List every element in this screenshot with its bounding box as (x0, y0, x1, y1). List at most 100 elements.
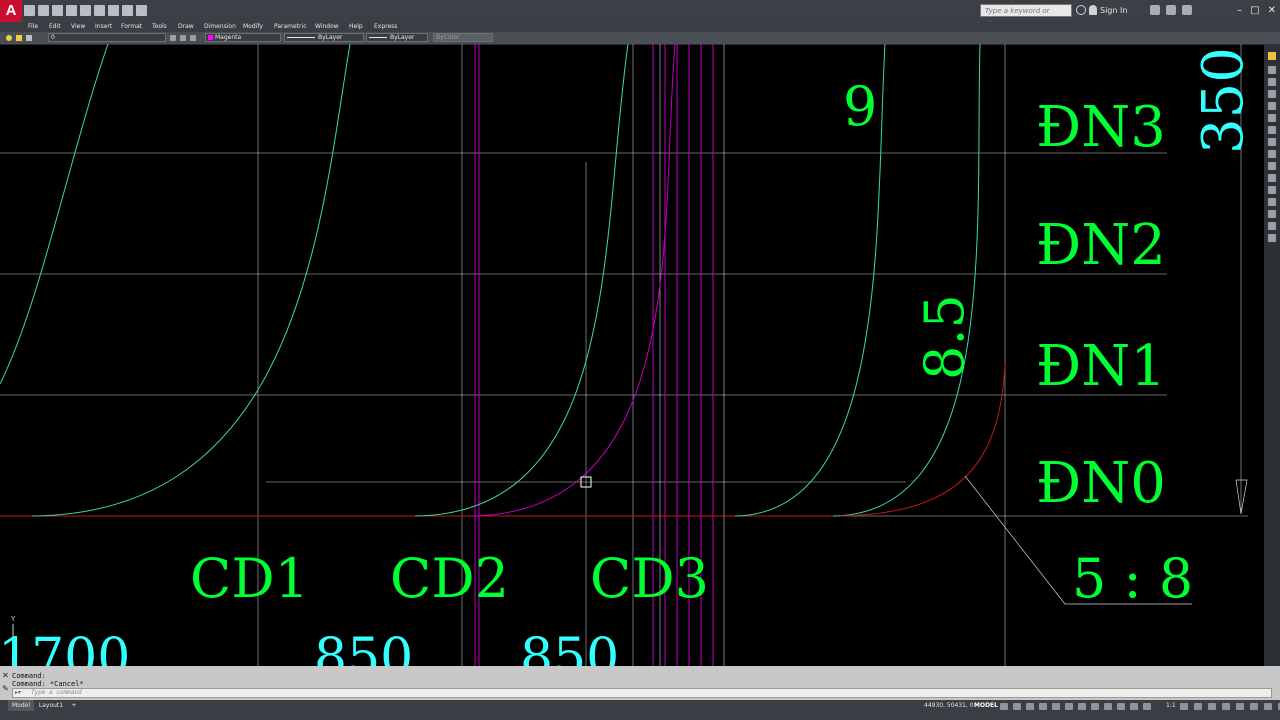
quick-properties-icon[interactable] (1222, 703, 1230, 710)
menu-file[interactable]: File (28, 22, 38, 32)
circle-icon[interactable] (1268, 186, 1276, 194)
close-icon[interactable]: ✕ (1, 671, 10, 680)
save-as-icon[interactable] (66, 5, 77, 16)
make-current-icon[interactable] (170, 35, 176, 41)
layer-lock-icon[interactable] (26, 35, 32, 41)
zoom-icon[interactable] (1268, 78, 1276, 86)
dimension-value-mid2: 850 (520, 628, 620, 666)
clean-screen-icon[interactable] (1264, 703, 1272, 710)
search-input[interactable]: Type a keyword or phrase (980, 4, 1072, 28)
layers-icon[interactable] (1268, 150, 1276, 158)
arc-icon[interactable] (1268, 198, 1276, 206)
tab-add[interactable]: + (68, 700, 80, 711)
annotation-scale[interactable]: 1:1 (1166, 702, 1176, 710)
open-icon[interactable] (38, 5, 49, 16)
connect-icon[interactable] (1166, 5, 1176, 15)
coordinates-readout[interactable]: 44930, 50431, 0 (924, 702, 974, 710)
snap-icon[interactable] (1013, 703, 1021, 710)
save-icon[interactable] (52, 5, 63, 16)
command-history-line: Command: (12, 672, 46, 680)
annotation-eight-five: 8.5 (913, 294, 976, 380)
menu-help[interactable]: Help (349, 22, 363, 32)
rectangle-icon[interactable] (1268, 174, 1276, 182)
showmotion-icon[interactable] (1268, 102, 1276, 110)
color-value: Magenta (215, 34, 242, 41)
orbit-icon[interactable] (1268, 90, 1276, 98)
annotation-monitor-icon[interactable] (1194, 703, 1202, 710)
steering-wheel-icon[interactable] (1268, 114, 1276, 122)
ortho-icon[interactable] (1026, 703, 1034, 710)
search-icon[interactable] (1076, 5, 1086, 15)
layer-freeze-icon[interactable] (16, 35, 22, 41)
view-cube-icon[interactable] (1268, 126, 1276, 134)
menu-parametric[interactable]: Parametric (274, 22, 307, 32)
menu-insert[interactable]: Insert (95, 22, 112, 32)
model-space-button[interactable]: MODEL (974, 702, 998, 710)
object-tracking-icon[interactable] (1065, 703, 1073, 710)
pan-icon[interactable] (1268, 66, 1276, 74)
command-prompt-icon: ▸▾ (15, 689, 22, 696)
menu-dimension[interactable]: Dimension (204, 22, 236, 32)
dimension-icon[interactable] (1268, 234, 1276, 242)
lineweight-dropdown[interactable]: ByLayer (366, 33, 428, 42)
window-controls: – □ ✕ (1237, 4, 1276, 18)
polar-icon[interactable] (1039, 703, 1047, 710)
draw-pen-icon[interactable] (1268, 52, 1276, 60)
menu-format[interactable]: Format (121, 22, 142, 32)
drafting-toggles (1000, 703, 1151, 710)
app-store-icon[interactable] (1150, 5, 1160, 15)
isolate-objects-icon[interactable] (1236, 703, 1244, 710)
qat-dropdown-icon[interactable] (136, 5, 147, 16)
menu-tools[interactable]: Tools (152, 22, 167, 32)
undo-icon[interactable] (108, 5, 119, 16)
menu-window[interactable]: Window (315, 22, 339, 32)
help-icon[interactable] (1182, 5, 1192, 15)
menu-draw[interactable]: Draw (178, 22, 194, 32)
redo-icon[interactable] (122, 5, 133, 16)
close-button[interactable]: ✕ (1268, 4, 1276, 18)
web-mobile-icon[interactable] (80, 5, 91, 16)
minimize-button[interactable]: – (1237, 4, 1242, 18)
auto-scale-icon[interactable] (1143, 703, 1151, 710)
annotation-visibility-icon[interactable] (1130, 703, 1138, 710)
units-icon[interactable] (1208, 703, 1216, 710)
command-placeholder: Type a command (31, 689, 82, 696)
menu-edit[interactable]: Edit (49, 22, 61, 32)
curve-set (0, 44, 981, 517)
grid-icon[interactable] (1000, 703, 1008, 710)
tab-model[interactable]: Model (8, 700, 34, 711)
lineweight-value: ByLayer (390, 34, 415, 41)
workspace-gear-icon[interactable] (1180, 703, 1188, 710)
layer-dropdown[interactable]: 0 (48, 33, 166, 42)
menu-express[interactable]: Express (374, 22, 397, 32)
hardware-acceleration-icon[interactable] (1250, 703, 1258, 710)
osnap-icon[interactable] (1078, 703, 1086, 710)
annotation-ratio: 5 : 8 (1072, 547, 1194, 610)
selection-cycling-icon[interactable] (1117, 703, 1125, 710)
command-input[interactable]: ▸▾ Type a command (12, 688, 1272, 698)
layer-states-icon[interactable] (190, 35, 196, 41)
curve-magenta (469, 44, 676, 517)
layer-on-icon[interactable] (6, 35, 12, 41)
hatch-icon[interactable] (1268, 210, 1276, 218)
new-icon[interactable] (24, 5, 35, 16)
app-logo-icon[interactable]: A (0, 0, 22, 22)
drawing-canvas[interactable]: Y ĐN3 ĐN2 ĐN1 ĐN0 CD1 CD2 CD3 9 8.5 5 : … (0, 44, 1264, 666)
tab-layout1[interactable]: Layout1 (38, 700, 64, 711)
sign-in-button[interactable]: Sign In (1100, 4, 1127, 18)
transparency-icon[interactable] (1104, 703, 1112, 710)
layer-previous-icon[interactable] (180, 35, 186, 41)
maximize-button[interactable]: □ (1250, 4, 1259, 18)
menu-view[interactable]: View (71, 22, 85, 32)
text-icon[interactable] (1268, 222, 1276, 230)
block-icon[interactable] (1268, 162, 1276, 170)
linetype-dropdown[interactable]: ByLayer (284, 33, 364, 42)
plot-icon[interactable] (94, 5, 105, 16)
menu-modify[interactable]: Modify (243, 22, 263, 32)
customize-icon[interactable]: ✎ (1, 684, 10, 693)
lineweight-toggle-icon[interactable] (1091, 703, 1099, 710)
properties-icon[interactable] (1268, 138, 1276, 146)
level-label-dn2: ĐN2 (1036, 213, 1166, 278)
isodraft-icon[interactable] (1052, 703, 1060, 710)
color-dropdown[interactable]: Magenta (205, 33, 281, 42)
